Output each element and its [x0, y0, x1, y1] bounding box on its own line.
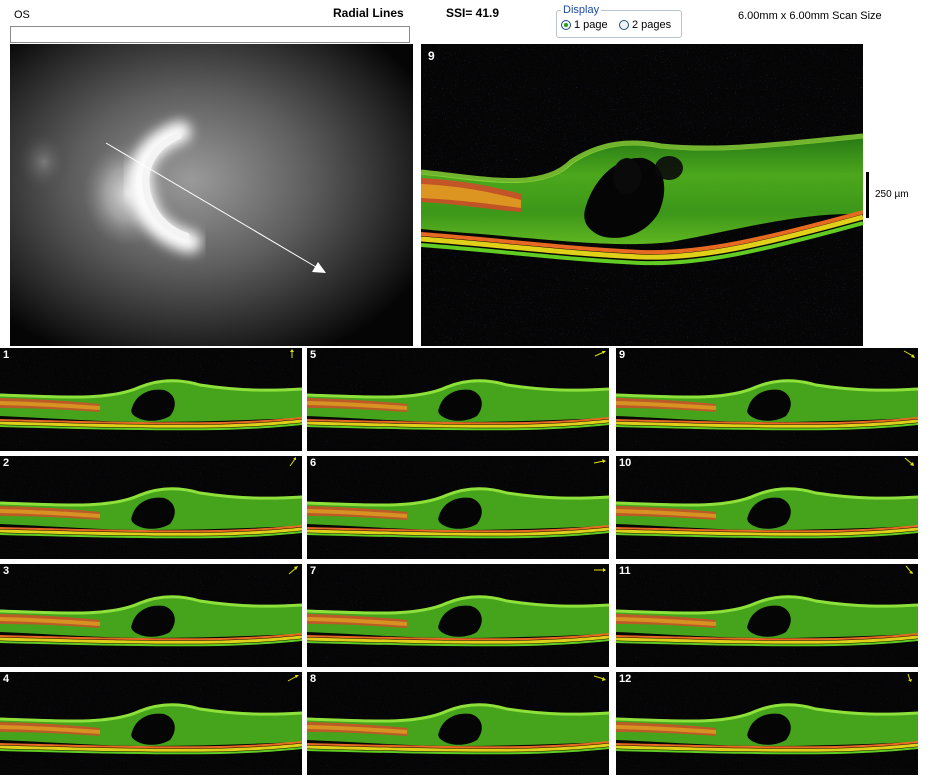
thumbnail-svg [0, 348, 302, 451]
fundus-image[interactable] [10, 44, 413, 346]
bscan-thumbnail-1[interactable]: 1 [0, 348, 302, 451]
display-radio-group: Display 1 page 2 pages [556, 4, 682, 38]
fundus-svg [10, 44, 413, 346]
scan-size-label: 6.00mm x 6.00mm Scan Size [738, 10, 882, 22]
eye-label: OS [14, 9, 30, 21]
bscan-thumbnail-grid: 1 5 9 2 6 10 3 7 11 4 8 12 [0, 348, 947, 777]
display-option-label: 1 page [574, 19, 608, 31]
thumbnail-svg [0, 672, 302, 775]
display-2-pages-option[interactable]: 2 pages [619, 19, 671, 31]
thumbnail-svg [0, 456, 302, 559]
display-legend: Display [561, 4, 602, 16]
scale-bar-label: 250 µm [875, 189, 909, 200]
radio-unchecked-icon[interactable] [619, 20, 629, 30]
ssi-value: SSI= 41.9 [446, 6, 500, 20]
bscan-thumbnail-9[interactable]: 9 [616, 348, 918, 451]
main-bscan-svg [421, 44, 863, 346]
display-option-label: 2 pages [632, 19, 672, 31]
radio-checked-icon[interactable] [561, 20, 571, 30]
bscan-thumbnail-3[interactable]: 3 [0, 564, 302, 667]
bscan-thumbnail-8[interactable]: 8 [307, 672, 609, 775]
bscan-thumbnail-11[interactable]: 11 [616, 564, 918, 667]
bscan-thumbnail-4[interactable]: 4 [0, 672, 302, 775]
scale-bar [866, 172, 869, 218]
thumbnail-svg [307, 456, 609, 559]
thumbnail-svg [0, 564, 302, 667]
thumbnail-svg [616, 564, 918, 667]
thumbnail-svg [307, 348, 609, 451]
display-1-page-option[interactable]: 1 page [561, 19, 608, 31]
main-bscan-image[interactable]: 9 [421, 44, 863, 346]
thumbnail-svg [616, 672, 918, 775]
bscan-thumbnail-2[interactable]: 2 [0, 456, 302, 559]
bscan-thumbnail-10[interactable]: 10 [616, 456, 918, 559]
thumbnail-svg [307, 564, 609, 667]
thumbnail-svg [616, 348, 918, 451]
bscan-thumbnail-5[interactable]: 5 [307, 348, 609, 451]
thumbnail-svg [616, 456, 918, 559]
bscan-thumbnail-12[interactable]: 12 [616, 672, 918, 775]
thumbnail-svg [307, 672, 609, 775]
bscan-thumbnail-6[interactable]: 6 [307, 456, 609, 559]
fundus-info-bar [10, 26, 410, 43]
bscan-thumbnail-7[interactable]: 7 [307, 564, 609, 667]
scan-type-label: Radial Lines [333, 6, 404, 20]
